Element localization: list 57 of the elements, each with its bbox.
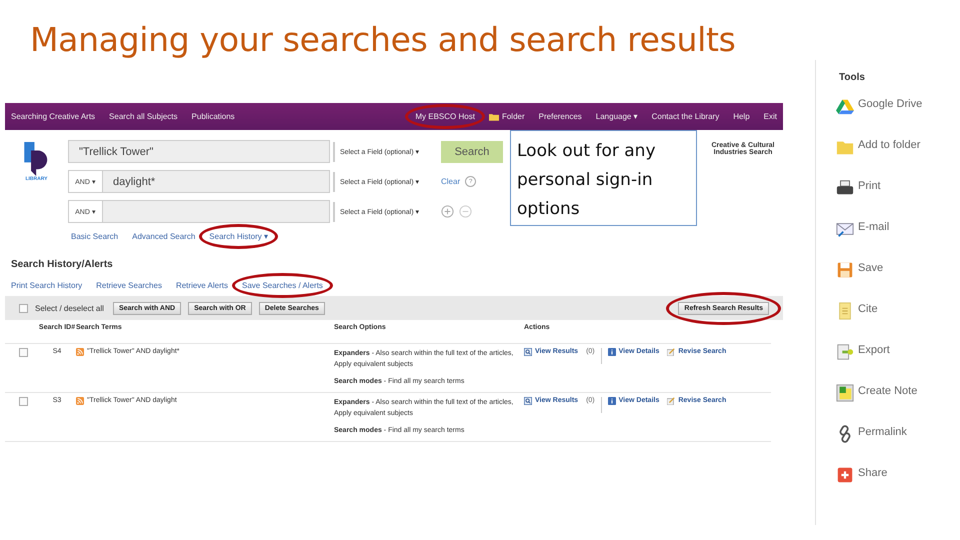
printer-icon[interactable] bbox=[836, 179, 854, 197]
nav-link[interactable]: Help bbox=[733, 112, 750, 121]
info-icon bbox=[608, 348, 616, 356]
search-input-field[interactable]: "Trellick Tower" bbox=[68, 140, 330, 163]
nav-link[interactable]: Publications bbox=[192, 112, 235, 121]
row-checkbox[interactable] bbox=[19, 348, 28, 357]
envelope-icon[interactable] bbox=[836, 220, 854, 238]
nav-link[interactable]: Preferences bbox=[538, 112, 582, 121]
nav-link[interactable]: Contact the Library bbox=[652, 112, 720, 121]
tool-label[interactable]: Cite bbox=[858, 302, 938, 316]
tool-label[interactable]: E-mail bbox=[858, 220, 938, 234]
tool-label[interactable]: Create Note bbox=[858, 384, 938, 398]
library-logo-icon bbox=[24, 142, 50, 176]
info-icon bbox=[608, 397, 616, 405]
export-icon[interactable] bbox=[836, 343, 854, 361]
triangle-icon[interactable] bbox=[836, 97, 854, 115]
tool-label[interactable]: Export bbox=[858, 343, 938, 357]
section-heading: Search History/Alerts bbox=[10, 258, 114, 270]
select-all-checkbox[interactable] bbox=[19, 304, 28, 312]
tool-label[interactable]: Print bbox=[858, 179, 938, 193]
history-link[interactable]: Retrieve Searches bbox=[96, 281, 162, 290]
rss-icon[interactable] bbox=[76, 348, 84, 356]
select-all-label: Select / deselect all bbox=[35, 304, 104, 312]
plus-icon[interactable] bbox=[836, 466, 854, 484]
tool-label[interactable]: Add to folder bbox=[858, 138, 938, 152]
tools-heading: Tools bbox=[839, 72, 866, 83]
magnifier-icon bbox=[524, 397, 532, 405]
tool-label[interactable]: Save bbox=[858, 261, 938, 275]
document-icon[interactable] bbox=[836, 302, 854, 320]
search-mode-link[interactable]: Search History ▾ bbox=[209, 232, 268, 241]
remove-row-icon[interactable] bbox=[459, 205, 472, 218]
add-row-icon[interactable] bbox=[441, 205, 454, 218]
search-mode-link[interactable]: Advanced Search bbox=[132, 232, 196, 241]
tool-label[interactable]: Share bbox=[858, 466, 938, 480]
magnifier-icon bbox=[524, 348, 532, 356]
nav-link[interactable]: Searching Creative Arts bbox=[11, 112, 96, 121]
slide-title: Managing your searches and search results bbox=[30, 19, 737, 61]
pencil-icon bbox=[667, 348, 676, 356]
nav-link[interactable]: Exit bbox=[764, 112, 777, 121]
row-checkbox[interactable] bbox=[19, 397, 28, 406]
nav-link[interactable]: Language ▾ bbox=[596, 112, 638, 121]
note-icon[interactable] bbox=[836, 384, 854, 402]
clear-link[interactable]: Clear bbox=[441, 177, 460, 186]
history-link[interactable]: Save Searches / Alerts bbox=[242, 281, 323, 290]
nav-link[interactable]: Search all Subjects bbox=[109, 112, 178, 121]
pencil-icon bbox=[667, 397, 676, 405]
tool-label[interactable]: Google Drive bbox=[858, 97, 938, 111]
rss-icon[interactable] bbox=[76, 397, 84, 405]
history-link[interactable]: Print Search History bbox=[11, 281, 82, 290]
nav-link[interactable]: My EBSCO Host bbox=[415, 112, 475, 121]
search-button[interactable]: Search bbox=[441, 140, 503, 162]
folder-icon bbox=[488, 112, 499, 120]
search-mode-link[interactable]: Basic Search bbox=[71, 232, 118, 241]
callout-box: Look out for any personal sign-in options bbox=[510, 130, 697, 226]
tool-label[interactable]: Permalink bbox=[858, 425, 938, 439]
nav-link[interactable]: Folder bbox=[502, 112, 525, 121]
history-link[interactable]: Retrieve Alerts bbox=[176, 281, 228, 290]
